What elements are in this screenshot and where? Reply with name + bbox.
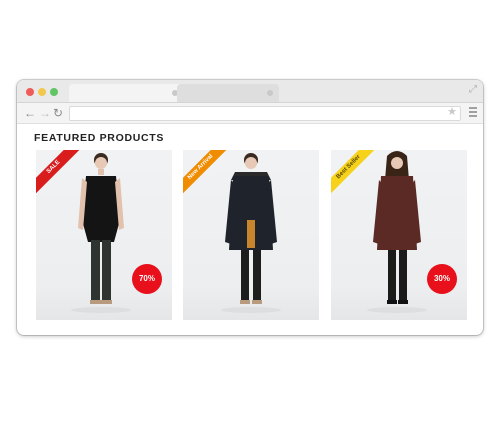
discount-badge: 70% xyxy=(132,264,162,294)
maximize-window-button[interactable] xyxy=(50,88,58,96)
title-bar: ⤢ xyxy=(17,80,483,103)
menu-icon[interactable] xyxy=(469,107,477,119)
product-card[interactable]: New Arrival xyxy=(183,150,319,320)
discount-badge: 30% xyxy=(427,264,457,294)
product-card[interactable]: Best Seller 30% xyxy=(331,150,467,320)
product-image[interactable] xyxy=(183,150,319,320)
browser-window: ⤢ ← → ↻ ★ FEATURED PRODUCTS SALE 70% New… xyxy=(17,80,483,335)
address-bar[interactable]: ★ xyxy=(69,106,461,121)
back-arrow-icon[interactable]: ← xyxy=(24,105,36,121)
forward-arrow-icon[interactable]: → xyxy=(39,105,51,121)
close-window-button[interactable] xyxy=(26,88,34,96)
expand-icon[interactable]: ⤢ xyxy=(469,84,477,95)
star-icon[interactable]: ★ xyxy=(447,105,457,118)
reload-icon[interactable]: ↻ xyxy=(53,105,63,121)
product-image[interactable] xyxy=(36,150,172,320)
minimize-window-button[interactable] xyxy=(38,88,46,96)
browser-tab-inactive[interactable] xyxy=(177,84,279,102)
section-title: FEATURED PRODUCTS xyxy=(34,132,165,144)
product-image[interactable] xyxy=(331,150,467,320)
product-card[interactable]: SALE 70% xyxy=(36,150,172,320)
browser-toolbar: ← → ↻ ★ xyxy=(17,103,483,124)
tab-close-icon[interactable] xyxy=(267,90,273,96)
product-grid: SALE 70% New Arrival Best Seller 30% xyxy=(36,150,467,320)
browser-tab-active[interactable] xyxy=(69,84,184,102)
